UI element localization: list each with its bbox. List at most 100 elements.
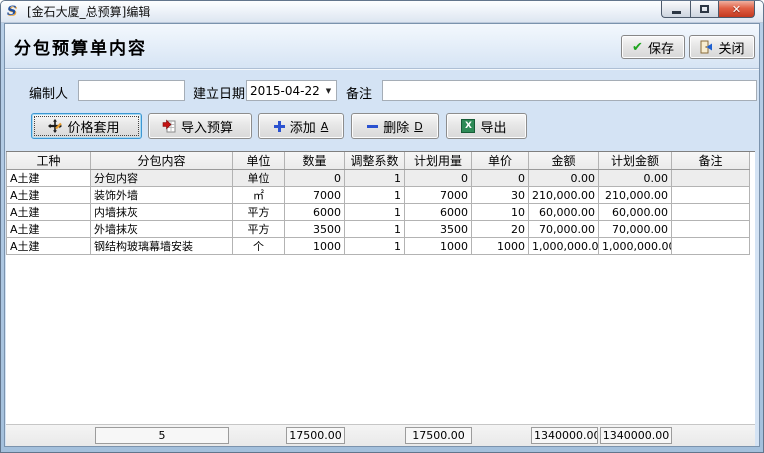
table-row: A土建 内墙抹灰 平方 6000 1 6000 10 60,000.00 60,…: [7, 204, 750, 221]
grid-cell[interactable]: 1000: [472, 238, 529, 255]
grid-cell[interactable]: 1,000,000.00: [599, 238, 672, 255]
column-header-remark[interactable]: 备注: [672, 152, 750, 170]
grid-cell[interactable]: [672, 170, 750, 187]
grid-cell[interactable]: [672, 221, 750, 238]
grid-cell[interactable]: 20: [472, 221, 529, 238]
grid-cell[interactable]: 70,000.00: [529, 221, 599, 238]
maximize-button[interactable]: [690, 1, 719, 18]
import-budget-label: 导入预算: [181, 117, 233, 136]
grid-cell[interactable]: 0: [285, 170, 345, 187]
grid-cell[interactable]: 平方: [233, 221, 285, 238]
app-icon: S: [7, 4, 22, 19]
quantity-total: 17500.00: [286, 427, 345, 444]
table-row: A土建 分包内容 单位 0 1 0 0 0.00 0.00: [7, 170, 750, 187]
title-bar[interactable]: S [金石大厦_总预算]编辑: [1, 1, 763, 23]
grid-cell[interactable]: 1: [345, 170, 405, 187]
grid-cell[interactable]: 0.00: [529, 170, 599, 187]
grid-cell[interactable]: 个: [233, 238, 285, 255]
date-label: 建立日期: [193, 83, 245, 102]
grid-cell[interactable]: 3500: [285, 221, 345, 238]
maximize-icon: [700, 5, 709, 13]
grid-cell[interactable]: 分包内容: [91, 170, 233, 187]
grid-cell[interactable]: A土建: [7, 204, 91, 221]
import-budget-button[interactable]: 导入预算: [148, 113, 252, 139]
form-row: 编制人 建立日期 2015-04-22 ▼ 备注: [5, 80, 759, 102]
grid-cell[interactable]: 7000: [285, 187, 345, 204]
grid-cell[interactable]: 1000: [285, 238, 345, 255]
grid-cell[interactable]: 3500: [405, 221, 472, 238]
grid-cell[interactable]: 平方: [233, 204, 285, 221]
grid-cell[interactable]: 装饰外墙: [91, 187, 233, 204]
grid-cell[interactable]: A土建: [7, 238, 91, 255]
save-button[interactable]: ✔ 保存: [621, 35, 685, 59]
column-header-coefficient[interactable]: 调整系数: [345, 152, 405, 170]
column-header-planned-amount[interactable]: 计划金额: [599, 152, 672, 170]
table-row: A土建 装饰外墙 ㎡ 7000 1 7000 30 210,000.00 210…: [7, 187, 750, 204]
grid-cell[interactable]: 1: [345, 221, 405, 238]
price-apply-label: 价格套用: [67, 117, 119, 136]
date-dropdown[interactable]: 2015-04-22 ▼: [246, 80, 337, 101]
close-button-label: 关闭: [718, 38, 744, 57]
column-header-planned-usage[interactable]: 计划用量: [405, 152, 472, 170]
close-button[interactable]: 关闭: [689, 35, 755, 59]
amount-total: 1340000.00: [531, 427, 598, 444]
grid-cell[interactable]: 30: [472, 187, 529, 204]
grid-cell[interactable]: 210,000.00: [529, 187, 599, 204]
export-label: 导出: [480, 117, 506, 136]
minimize-icon: [672, 11, 681, 14]
grid-cell[interactable]: 6000: [285, 204, 345, 221]
grid-cell[interactable]: 10: [472, 204, 529, 221]
add-row-accel: A: [321, 120, 329, 133]
remark-input[interactable]: [382, 80, 757, 101]
column-header-unit[interactable]: 单位: [233, 152, 285, 170]
plus-icon: [274, 121, 285, 132]
grid-cell[interactable]: A土建: [7, 170, 91, 187]
table-row: A土建 外墙抹灰 平方 3500 1 3500 20 70,000.00 70,…: [7, 221, 750, 238]
column-header-content[interactable]: 分包内容: [91, 152, 233, 170]
grid-cell[interactable]: A土建: [7, 221, 91, 238]
dialog-panel: 分包预算单内容 ✔ 保存 关闭 编制人 建立日期 2015-04-22 ▼: [4, 23, 760, 447]
grid-cell[interactable]: 0.00: [599, 170, 672, 187]
grid-cell[interactable]: A土建: [7, 187, 91, 204]
grid-cell[interactable]: 0: [405, 170, 472, 187]
grid-cell[interactable]: 1: [345, 238, 405, 255]
grid-cell[interactable]: 1: [345, 204, 405, 221]
page-title: 分包预算单内容: [14, 34, 147, 59]
add-row-button[interactable]: 添加 A: [258, 113, 344, 139]
delete-row-button[interactable]: 删除 D: [351, 113, 439, 139]
column-header-worktype[interactable]: 工种: [7, 152, 91, 170]
grid-cell[interactable]: 60,000.00: [529, 204, 599, 221]
grid-cell[interactable]: 单位: [233, 170, 285, 187]
caption-buttons: ✕: [661, 1, 755, 18]
grid-cell[interactable]: 1: [345, 187, 405, 204]
grid-cell[interactable]: 210,000.00: [599, 187, 672, 204]
grid-cell[interactable]: 7000: [405, 187, 472, 204]
close-window-button[interactable]: ✕: [719, 1, 755, 18]
minimize-button[interactable]: [661, 1, 690, 18]
grid-cell[interactable]: 70,000.00: [599, 221, 672, 238]
app-window: S [金石大厦_总预算]编辑 ✕ 分包预算单内容 ✔ 保存 关闭: [0, 0, 764, 453]
grid-cell[interactable]: [672, 187, 750, 204]
window-title: [金石大厦_总预算]编辑: [27, 3, 150, 20]
row-count-total: 5: [95, 427, 229, 444]
excel-icon: X: [461, 119, 475, 133]
grid-cell[interactable]: 1,000,000.00: [529, 238, 599, 255]
grid-cell[interactable]: [672, 204, 750, 221]
price-apply-button[interactable]: 价格套用: [31, 113, 142, 139]
chevron-down-icon: ▼: [321, 87, 336, 95]
check-icon: ✔: [632, 40, 643, 55]
grid-cell[interactable]: 60,000.00: [599, 204, 672, 221]
grid-cell[interactable]: 钢结构玻璃幕墙安装: [91, 238, 233, 255]
compiler-input[interactable]: [78, 80, 185, 101]
grid-cell[interactable]: 1000: [405, 238, 472, 255]
grid-cell[interactable]: 6000: [405, 204, 472, 221]
column-header-quantity[interactable]: 数量: [285, 152, 345, 170]
grid-cell[interactable]: 内墙抹灰: [91, 204, 233, 221]
grid-cell[interactable]: [672, 238, 750, 255]
column-header-amount[interactable]: 金额: [529, 152, 599, 170]
grid-cell[interactable]: ㎡: [233, 187, 285, 204]
column-header-unit-price[interactable]: 单价: [472, 152, 529, 170]
export-button[interactable]: X 导出: [446, 113, 527, 139]
grid-cell[interactable]: 0: [472, 170, 529, 187]
grid-cell[interactable]: 外墙抹灰: [91, 221, 233, 238]
